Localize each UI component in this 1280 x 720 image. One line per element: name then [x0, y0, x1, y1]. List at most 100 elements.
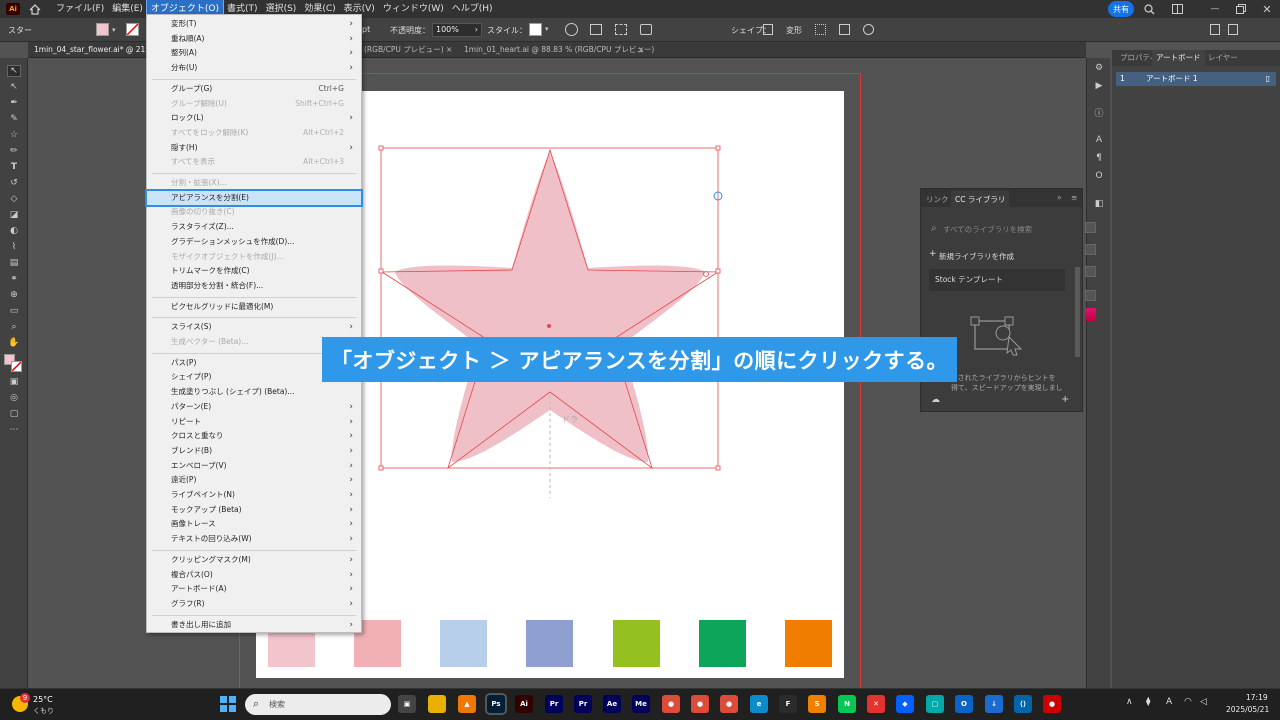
menu-item[interactable]: グラフ(R) ›	[147, 597, 361, 611]
menu-item[interactable]: 書き出し用に追加 ›	[147, 618, 361, 632]
scale-tool-icon[interactable]: ◪	[7, 209, 21, 221]
width-tool-icon[interactable]: ◐	[7, 225, 21, 237]
swatch-gray[interactable]	[1085, 244, 1096, 255]
menu-item[interactable]: 画像トレース ›	[147, 517, 361, 531]
color-swatch[interactable]	[785, 620, 832, 667]
cloud-sync-icon[interactable]: ☁	[931, 395, 940, 405]
menu-item[interactable]: スライス(S) ›	[147, 320, 361, 334]
menu-item[interactable]: 変形(T) ›	[147, 17, 361, 31]
screen-mode-icon[interactable]: ▢	[7, 408, 21, 420]
vscode-icon[interactable]: ⟨⟩	[1014, 695, 1032, 713]
photoshop-icon[interactable]: Ps	[485, 693, 507, 715]
menu-item[interactable]: トリムマークを作成(C)	[147, 264, 361, 278]
outlook-icon[interactable]: O	[955, 695, 973, 713]
selection-tool-icon[interactable]: ↖	[7, 65, 21, 77]
menu-item[interactable]: 分布(U) ›	[147, 61, 361, 75]
swatch-gray[interactable]	[1085, 290, 1096, 301]
stroke-color-icon[interactable]	[11, 361, 22, 372]
menu-item[interactable]: パターン(E) ›	[147, 400, 361, 414]
opentype-icon[interactable]: O	[1092, 170, 1106, 182]
library-scrollbar[interactable]	[1075, 267, 1080, 357]
color-swatch[interactable]	[440, 620, 487, 667]
sublime-icon[interactable]: S	[808, 695, 826, 713]
draw-mode-icon[interactable]: ◎	[7, 392, 21, 404]
layers-stack-icon[interactable]: ◧	[1092, 198, 1106, 210]
color-swatch[interactable]	[699, 620, 746, 667]
panel-collapse-icon[interactable]: »	[1057, 193, 1062, 202]
shape-builder-tool-icon[interactable]: ⊕	[7, 289, 21, 301]
task-view-icon[interactable]: ▣	[398, 695, 416, 713]
menu-item[interactable]: ライブペイント(N) ›	[147, 488, 361, 502]
clock-time[interactable]: 17:19	[1246, 693, 1268, 702]
media-encoder-icon[interactable]: Me	[632, 695, 650, 713]
menu-item[interactable]: テキストの回り込み(W) ›	[147, 532, 361, 546]
chrome-icon[interactable]: ●	[691, 695, 709, 713]
vlc-icon[interactable]: ▲	[458, 695, 476, 713]
type-tool-icon[interactable]: T	[7, 161, 21, 173]
file-explorer-icon[interactable]	[428, 695, 446, 713]
more-tools-icon[interactable]: ⋯	[7, 424, 21, 436]
library-search-input[interactable]: すべてのライブラリを検索	[943, 224, 1032, 235]
menu-item[interactable]: ラスタライズ(Z)...	[147, 220, 361, 234]
info-icon[interactable]: ⓘ	[1092, 106, 1106, 119]
color-swatch[interactable]	[526, 620, 573, 667]
menu-item[interactable]: モックアップ (Beta) ›	[147, 503, 361, 517]
color-swatch[interactable]	[613, 620, 660, 667]
chrome-icon[interactable]: ●	[720, 695, 738, 713]
menu-item[interactable]: アートボード(A) ›	[147, 582, 361, 596]
zoom-tool-icon[interactable]: ⌕	[7, 321, 21, 333]
chrome-icon[interactable]: ●	[662, 695, 680, 713]
swatch-gray[interactable]	[1085, 266, 1096, 277]
rotate-tool-icon[interactable]: ↺	[7, 177, 21, 189]
menu-item[interactable]: リピート ›	[147, 415, 361, 429]
menu-item[interactable]: 透明部分を分割・統合(F)...	[147, 279, 361, 293]
menu-item[interactable]: クリッピングマスク(M) ›	[147, 553, 361, 567]
wifi-icon[interactable]: ◠	[1184, 697, 1192, 707]
color-mode-icon[interactable]: ▣	[7, 376, 21, 388]
menu-item[interactable]: グループ(G) Ctrl+G	[147, 82, 361, 96]
actions-icon[interactable]: ▶	[1092, 80, 1106, 92]
artboard-tool-icon[interactable]: ▭	[7, 305, 21, 317]
taskbar-search-box[interactable]: ⌕ 検索	[245, 694, 391, 715]
swatch-gradient[interactable]	[1085, 308, 1096, 321]
menu-item[interactable]: 重ね順(A) ›	[147, 32, 361, 46]
edge-icon[interactable]: e	[750, 695, 768, 713]
paragraph-icon[interactable]: ¶	[1092, 152, 1106, 164]
menu-item[interactable]: 分割・拡張(X)...	[147, 176, 361, 190]
menu-item[interactable]: グループ解除(U) Shift+Ctrl+G	[147, 97, 361, 111]
windows-start-icon[interactable]	[220, 696, 236, 712]
hand-tool-icon[interactable]: ✋	[7, 337, 21, 349]
eyedropper-tool-icon[interactable]: ⌇	[7, 241, 21, 253]
premiere-icon[interactable]: Pr	[545, 695, 563, 713]
create-library-button[interactable]: 新規ライブラリを作成	[939, 251, 1014, 262]
clock-date[interactable]: 2025/05/21	[1226, 705, 1269, 714]
line-icon[interactable]: N	[838, 695, 856, 713]
download-icon[interactable]: ↓	[985, 695, 1003, 713]
star-tool-icon[interactable]: ☆	[7, 129, 21, 141]
tab-links[interactable]: リンク	[926, 194, 949, 205]
menu-item[interactable]: 生成塗りつぶし (シェイプ) (Beta)...	[147, 385, 361, 399]
screen-capture-icon[interactable]: ▢	[926, 695, 944, 713]
dropbox-icon[interactable]: ◆	[896, 695, 914, 713]
tab-artboards[interactable]: アートボード	[1152, 50, 1205, 66]
artboard-options-icon[interactable]: ▯	[1266, 72, 1270, 86]
menu-item[interactable]: すべてをロック解除(K) Alt+Ctrl+2	[147, 126, 361, 140]
swatch-gray[interactable]	[1085, 222, 1096, 233]
panel-menu-icon[interactable]: ≡	[1071, 193, 1077, 202]
ime-icon[interactable]: A	[1166, 697, 1172, 707]
direct-selection-tool-icon[interactable]: ↖	[7, 81, 21, 93]
tab-layers[interactable]: レイヤー	[1208, 50, 1238, 66]
dropbox-tray-icon[interactable]: ⧫	[1146, 697, 1150, 707]
tray-chevron-icon[interactable]: ∧	[1126, 697, 1133, 707]
ftp-icon[interactable]: F	[779, 695, 797, 713]
volume-icon[interactable]: ◁	[1200, 697, 1207, 707]
menu-item[interactable]: クロスと重なり ›	[147, 429, 361, 443]
character-icon[interactable]: A	[1092, 134, 1106, 146]
pencil-tool-icon[interactable]: ✏	[7, 145, 21, 157]
tab-cc-libraries[interactable]: CC ライブラリ	[951, 191, 1010, 207]
pen-tool-icon[interactable]: ✒	[7, 97, 21, 109]
plus-icon[interactable]: +	[929, 249, 937, 259]
premiere-icon[interactable]: Pr	[574, 695, 592, 713]
menu-item[interactable]: 複合パス(O) ›	[147, 568, 361, 582]
recorder-icon[interactable]: ●	[1043, 695, 1061, 713]
